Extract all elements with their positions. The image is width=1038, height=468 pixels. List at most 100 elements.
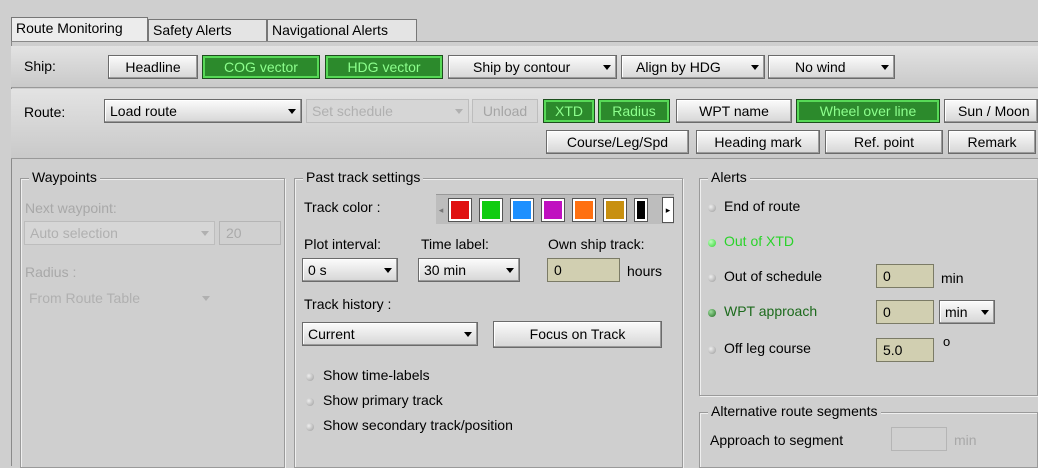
load-route-dropdown[interactable]: Load route xyxy=(104,99,302,123)
chevron-down-icon xyxy=(506,268,514,273)
tab-navigational-alerts[interactable]: Navigational Alerts xyxy=(267,19,417,41)
wpt-approach-label[interactable]: WPT approach xyxy=(724,303,817,319)
time-label-label: Time label: xyxy=(421,236,489,252)
wpt-approach-field[interactable]: 0 xyxy=(876,300,934,324)
scroll-left-icon[interactable]: ◂ xyxy=(436,197,446,223)
heading-mark-button[interactable]: Heading mark xyxy=(696,130,820,154)
tab-safety-alerts[interactable]: Safety Alerts xyxy=(148,19,267,41)
chevron-down-icon xyxy=(202,296,210,301)
sun-moon-button[interactable]: Sun / Moon xyxy=(944,99,1038,123)
wind-dropdown[interactable]: No wind xyxy=(768,55,895,79)
chevron-down-icon xyxy=(981,310,989,315)
off-leg-course-indicator[interactable] xyxy=(708,346,716,354)
alt-route-title: Alternative route segments xyxy=(708,403,881,419)
track-color-picker: ◂ ▸ xyxy=(436,194,674,224)
set-schedule-dropdown[interactable]: Set schedule xyxy=(306,99,469,123)
off-leg-course-label[interactable]: Off leg course xyxy=(724,340,811,356)
align-by-hdg-value: Align by HDG xyxy=(636,59,721,75)
ship-label: Ship: xyxy=(24,58,56,74)
wpt-approach-unit-dropdown[interactable]: min xyxy=(939,300,995,324)
track-color-swatch[interactable] xyxy=(541,198,565,222)
track-history-dropdown[interactable]: Current xyxy=(302,322,478,346)
own-ship-track-unit: hours xyxy=(627,263,663,279)
chevron-down-icon xyxy=(288,109,296,114)
own-ship-track-field[interactable]: 0 xyxy=(547,258,620,282)
xtd-button[interactable]: XTD xyxy=(543,99,595,123)
show-primary-track-label[interactable]: Show primary track xyxy=(323,392,443,408)
headline-button[interactable]: Headline xyxy=(108,55,198,79)
show-primary-track-indicator[interactable] xyxy=(306,398,314,406)
scroll-right-icon[interactable]: ▸ xyxy=(662,197,674,223)
wind-value: No wind xyxy=(795,59,846,75)
load-route-value: Load route xyxy=(110,103,177,119)
chevron-down-icon xyxy=(201,231,209,236)
show-secondary-track-indicator[interactable] xyxy=(306,423,314,431)
set-schedule-value: Set schedule xyxy=(312,103,393,119)
track-color-swatch[interactable] xyxy=(479,198,503,222)
out-of-schedule-field[interactable]: 0 xyxy=(876,264,934,288)
track-color-swatch[interactable] xyxy=(603,198,627,222)
ref-point-button[interactable]: Ref. point xyxy=(825,130,943,154)
approach-to-segment-field[interactable] xyxy=(891,427,947,451)
wpt-approach-indicator[interactable] xyxy=(708,309,716,317)
route-label: Route: xyxy=(24,104,66,120)
chevron-down-icon xyxy=(464,332,472,337)
next-waypoint-dropdown[interactable]: Auto selection xyxy=(24,221,215,245)
next-waypoint-value: Auto selection xyxy=(30,225,118,241)
unload-button[interactable]: Unload xyxy=(472,99,538,123)
course-leg-spd-button[interactable]: Course/Leg/Spd xyxy=(546,130,689,154)
show-time-labels-label[interactable]: Show time-labels xyxy=(323,367,430,383)
track-color-swatch[interactable] xyxy=(572,198,596,222)
alerts-title: Alerts xyxy=(708,169,750,185)
color-swatches xyxy=(448,198,668,222)
off-leg-course-unit: o xyxy=(943,334,951,349)
chevron-down-icon xyxy=(751,65,759,70)
out-of-schedule-unit: min xyxy=(941,270,964,286)
remark-button[interactable]: Remark xyxy=(948,130,1036,154)
waypoints-title: Waypoints xyxy=(29,169,100,185)
chevron-down-icon xyxy=(455,109,463,114)
past-track-title: Past track settings xyxy=(303,169,424,185)
approach-to-segment-label: Approach to segment xyxy=(710,432,844,448)
track-color-swatch[interactable] xyxy=(634,198,648,222)
show-secondary-track-label[interactable]: Show secondary track/position xyxy=(323,417,513,433)
chevron-down-icon xyxy=(881,65,889,70)
own-ship-track-label: Own ship track: xyxy=(548,236,645,252)
chevron-down-icon xyxy=(603,65,611,70)
end-of-route-label[interactable]: End of route xyxy=(724,198,800,214)
ship-by-contour-dropdown[interactable]: Ship by contour xyxy=(448,55,617,79)
track-color-label: Track color : xyxy=(304,199,381,215)
tab-route-monitoring[interactable]: Route Monitoring xyxy=(11,17,148,41)
track-color-swatch[interactable] xyxy=(448,198,472,222)
track-color-swatch[interactable] xyxy=(510,198,534,222)
out-of-xtd-label[interactable]: Out of XTD xyxy=(724,233,794,249)
time-label-value: 30 min xyxy=(424,262,467,278)
end-of-route-indicator[interactable] xyxy=(708,204,716,212)
align-by-hdg-dropdown[interactable]: Align by HDG xyxy=(621,55,765,79)
out-of-schedule-indicator[interactable] xyxy=(708,274,716,282)
next-waypoint-label: Next waypoint: xyxy=(25,200,117,216)
hdg-vector-button[interactable]: HDG vector xyxy=(325,55,443,79)
plot-interval-label: Plot interval: xyxy=(304,236,382,252)
track-history-value: Current xyxy=(308,326,355,342)
radius-value: From Route Table xyxy=(29,290,141,306)
wpt-name-button[interactable]: WPT name xyxy=(676,99,792,123)
time-label-dropdown[interactable]: 30 min xyxy=(418,258,520,282)
off-leg-course-field[interactable]: 5.0 xyxy=(876,338,934,362)
cog-vector-button[interactable]: COG vector xyxy=(202,55,320,79)
radius-dropdown[interactable]: From Route Table xyxy=(24,287,215,311)
plot-interval-value: 0 s xyxy=(308,262,327,278)
radius-label: Radius : xyxy=(25,264,77,280)
out-of-schedule-label[interactable]: Out of schedule xyxy=(724,268,822,284)
focus-on-track-button[interactable]: Focus on Track xyxy=(493,321,662,348)
out-of-xtd-indicator[interactable] xyxy=(708,239,716,247)
radius-button[interactable]: Radius xyxy=(598,99,670,123)
plot-interval-dropdown[interactable]: 0 s xyxy=(302,258,398,282)
ship-by-contour-value: Ship by contour xyxy=(473,59,571,75)
wheel-over-line-button[interactable]: Wheel over line xyxy=(796,99,940,123)
show-time-labels-indicator[interactable] xyxy=(306,373,314,381)
chevron-down-icon xyxy=(384,268,392,273)
track-history-label: Track history : xyxy=(304,296,392,312)
next-waypoint-number-field[interactable]: 20 xyxy=(219,221,281,245)
wpt-approach-unit-value: min xyxy=(945,304,968,320)
